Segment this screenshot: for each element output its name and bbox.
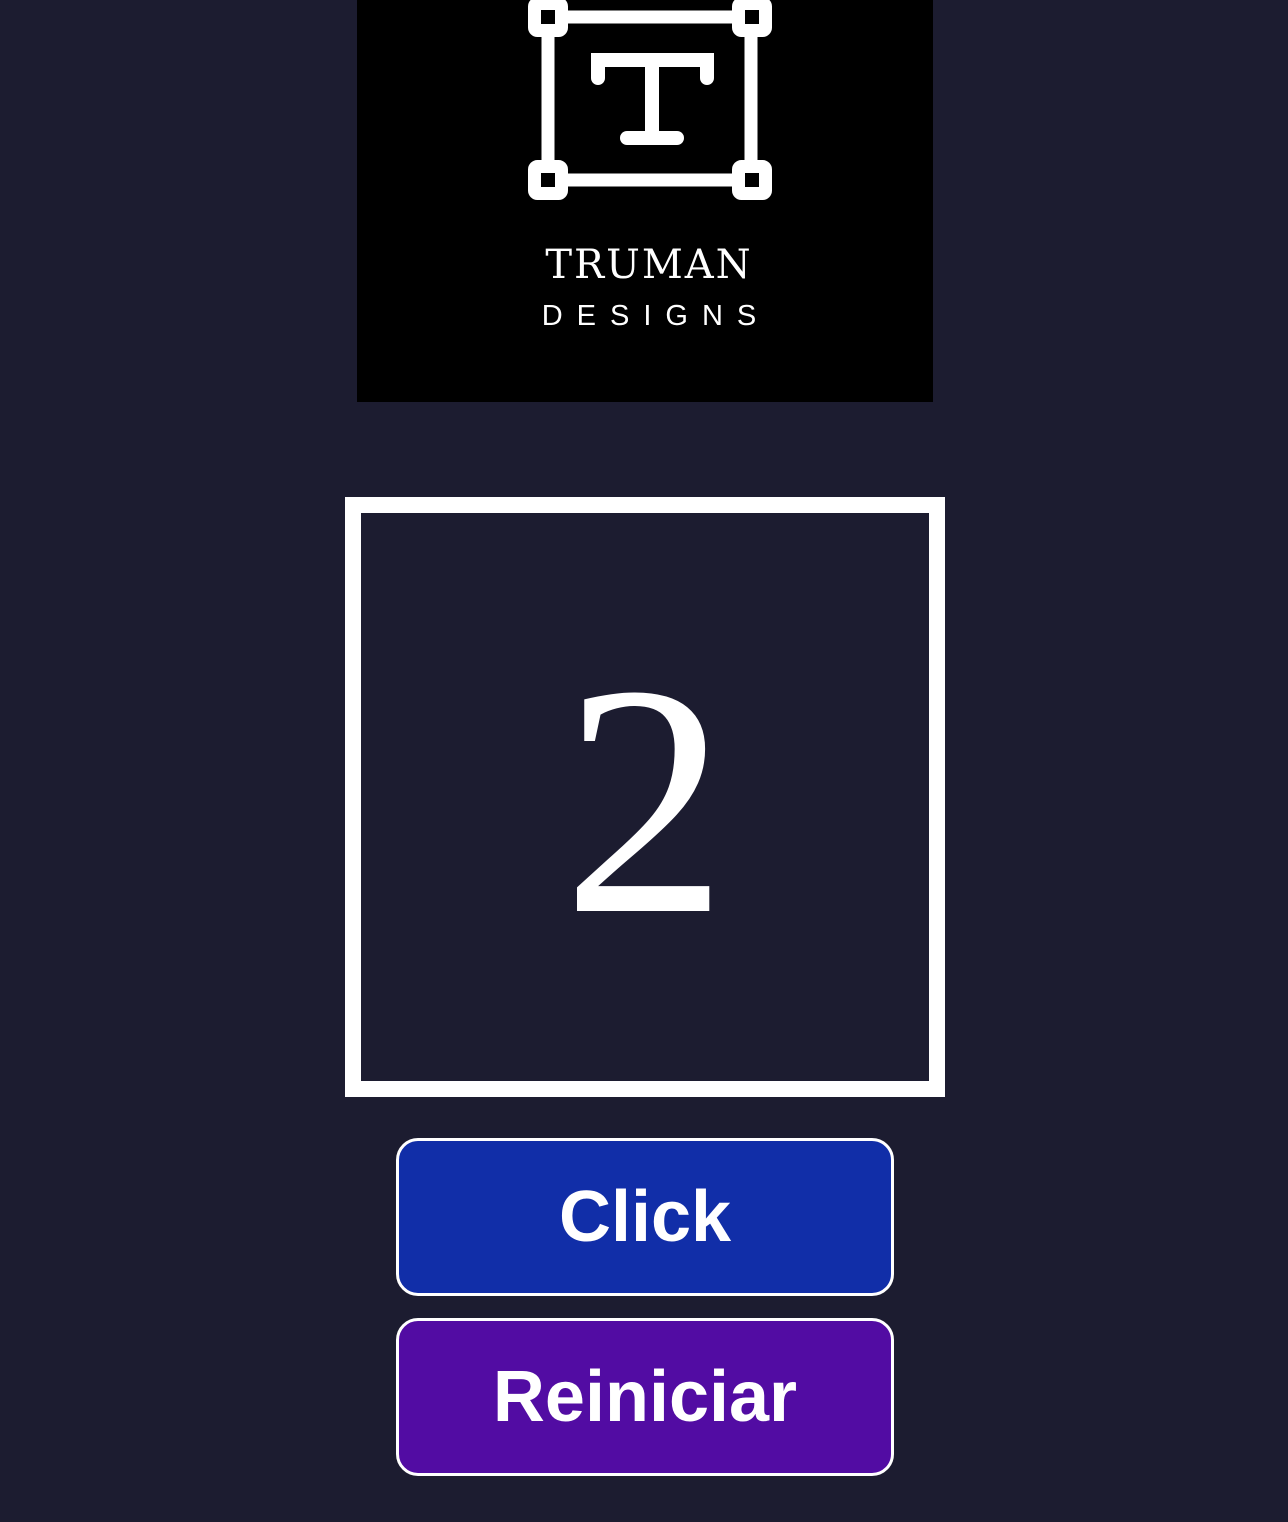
logo-name: TRUMAN — [545, 242, 753, 288]
logo: TRUMAN DESIGNS — [357, 0, 933, 402]
logo-tagline: DESIGNS — [541, 300, 771, 332]
counter-display: 2 — [345, 497, 945, 1097]
text-frame-logo-icon — [528, 0, 772, 200]
click-button[interactable]: Click — [396, 1138, 894, 1296]
counter-value: 2 — [562, 618, 728, 983]
reset-button[interactable]: Reiniciar — [396, 1318, 894, 1476]
